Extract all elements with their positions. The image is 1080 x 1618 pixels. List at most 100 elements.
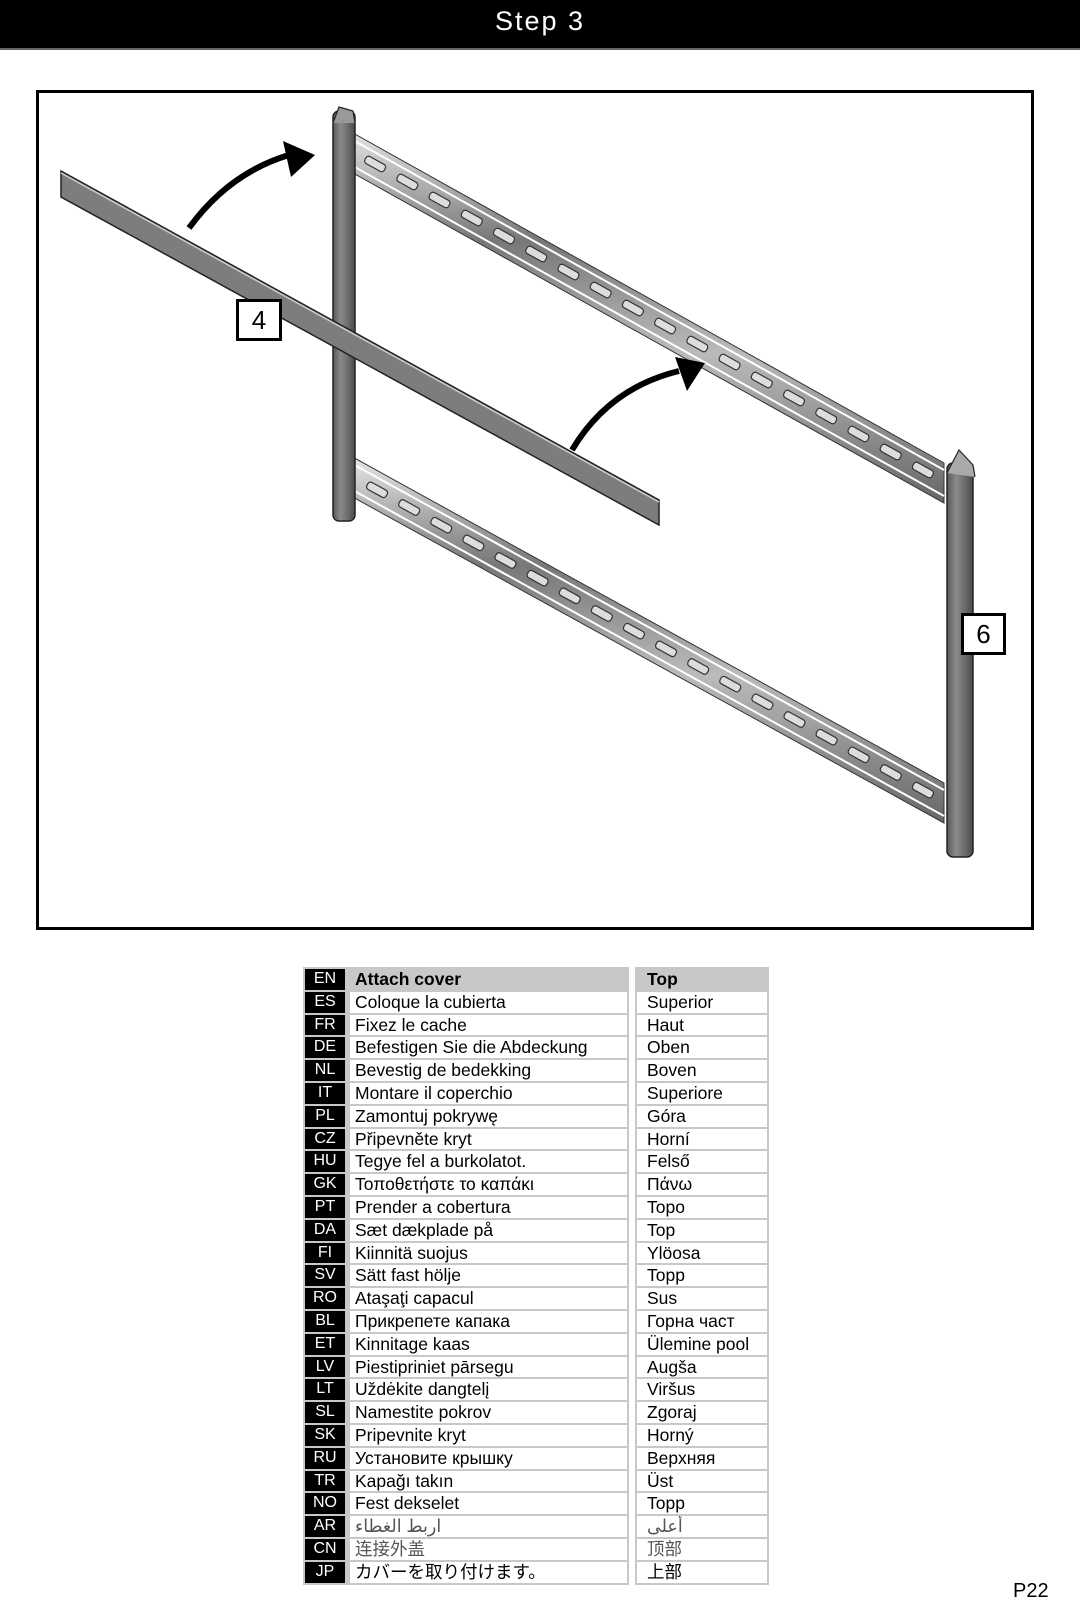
language-code: NO [305,1493,345,1515]
table-row: NL Bevestig de bedekking [305,1060,627,1081]
table-row: ES Coloque la cubierta [305,991,627,1013]
action-text: Namestite pokrov [350,1402,627,1423]
position-text: أعلى [637,1516,767,1537]
action-text: Uždėkite dangtelį [350,1379,627,1401]
action-text: Τοποθετήστε το καπάκι [350,1174,627,1195]
table-row: FI Kiinnitä suojus [305,1242,627,1264]
action-text: Sæt dækplade på [350,1219,627,1241]
position-text: 上部 [637,1561,767,1583]
action-text: Coloque la cubierta [350,991,627,1013]
table-row: DA Sæt dækplade på [305,1219,627,1241]
action-text: カバーを取り付けます。 [350,1561,627,1583]
language-code: AR [305,1516,345,1537]
action-text: Ataşaţi capacul [350,1288,627,1309]
part-callout-6: 6 [961,613,1006,655]
action-text: Tegye fel a burkolatot. [350,1151,627,1173]
position-text: Góra [637,1105,767,1127]
action-text: Установите крышку [350,1447,627,1469]
arrow-head-1 [283,141,315,177]
action-text: Kiinnitä suojus [350,1242,627,1264]
language-code: LT [305,1379,345,1401]
language-code: IT [305,1082,345,1104]
rail-slots: /* slots drawn below by script */ [364,155,935,799]
table-row: RO Ataşaţi capacul [305,1288,627,1309]
table-row: AR اربط الغطاء [305,1516,627,1537]
language-code: EN [305,969,345,990]
action-text: Befestigen Sie die Abdeckung [350,1037,627,1059]
position-text: Πάνω [637,1174,767,1195]
table-row: SV Sätt fast hölje [305,1265,627,1287]
table-row: IT Montare il coperchio [305,1082,627,1104]
position-text: Superiore [637,1082,767,1104]
arrow-head-2 [675,357,705,391]
table-row: RU Установите крышку [305,1447,627,1469]
language-code: BL [305,1310,345,1332]
action-text: Připevněte kryt [350,1128,627,1150]
table-row: BL Прикрепете капака [305,1310,627,1332]
language-code: SL [305,1402,345,1423]
position-text: Ülemine pool [637,1333,767,1355]
position-text: Topp [637,1493,767,1515]
language-code: CZ [305,1128,345,1150]
left-post [332,106,356,522]
language-code: SK [305,1424,345,1446]
position-column: Top Superior Haut Oben Boven Superiore Góra Hor… [635,967,769,1585]
language-code: HU [305,1151,345,1173]
table-row: LV Piestipriniet pārsegu [305,1356,627,1378]
table-row: EN Attach cover [305,969,627,990]
action-text: Zamontuj pokrywę [350,1105,627,1127]
language-code: PT [305,1196,345,1218]
language-code: NL [305,1060,345,1081]
language-code: TR [305,1470,345,1492]
language-code: FI [305,1242,345,1264]
position-text: Viršus [637,1379,767,1401]
position-text: Felső [637,1151,767,1173]
position-text: Oben [637,1037,767,1059]
action-text: Прикрепете капака [350,1310,627,1332]
position-text: Horný [637,1424,767,1446]
action-text: Fest dekselet [350,1493,627,1515]
table-row: DE Befestigen Sie die Abdeckung [305,1037,627,1059]
illustration-drawing: /* slots drawn below by script */ [60,106,976,858]
table-row: FR Fixez le cache [305,1014,627,1036]
table-row: JP カバーを取り付けます。 [305,1561,627,1583]
table-row: SK Pripevnite kryt [305,1424,627,1446]
table-row: CZ Připevněte kryt [305,1128,627,1150]
action-text: Prender a cobertura [350,1196,627,1218]
language-code: LV [305,1356,345,1378]
position-text: Top [637,1219,767,1241]
position-text: Topp [637,1265,767,1287]
position-text: Boven [637,1060,767,1081]
table-row: PT Prender a cobertura [305,1196,627,1218]
language-code: RO [305,1288,345,1309]
table-row: CN 连接外盖 [305,1538,627,1560]
table-row: ET Kinnitage kaas [305,1333,627,1355]
position-text: Superior [637,991,767,1013]
table-row: NO Fest dekselet [305,1493,627,1515]
position-text: 顶部 [637,1538,767,1560]
position-text: Üst [637,1470,767,1492]
table-row: LT Uždėkite dangtelį [305,1379,627,1401]
table-row: TR Kapağı takın [305,1470,627,1492]
part-callout-4: 4 [236,299,282,341]
position-text: Zgoraj [637,1402,767,1423]
language-code: DA [305,1219,345,1241]
action-text: Montare il coperchio [350,1082,627,1104]
action-text: 连接外盖 [350,1538,627,1560]
table-row: SL Namestite pokrov [305,1402,627,1423]
action-text: Kinnitage kaas [350,1333,627,1355]
position-text: Верхняя [637,1447,767,1469]
action-text: Fixez le cache [350,1014,627,1036]
action-text: Sätt fast hölje [350,1265,627,1287]
language-code: RU [305,1447,345,1469]
language-code: DE [305,1037,345,1059]
language-code: PL [305,1105,345,1127]
language-code: FR [305,1014,345,1036]
action-text: Piestipriniet pārsegu [350,1356,627,1378]
action-text: اربط الغطاء [350,1516,627,1537]
action-text: Attach cover [350,969,627,990]
position-text: Горна част [637,1310,767,1332]
step-title: Step 3 [494,6,586,36]
top-rail [343,127,945,504]
language-code: CN [305,1538,345,1560]
